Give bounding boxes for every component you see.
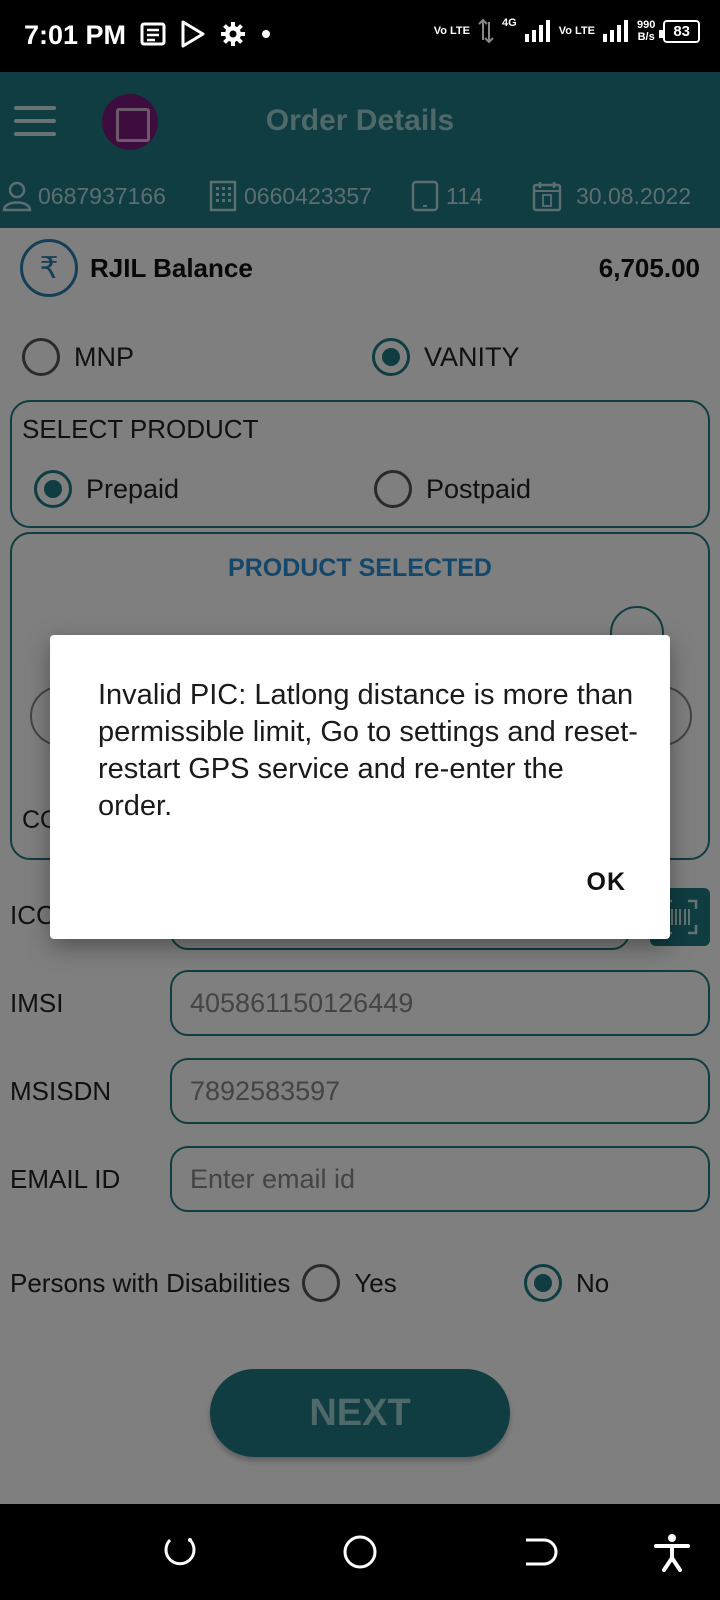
status-notification-icons — [140, 20, 272, 48]
speed-value: 990 — [636, 19, 656, 31]
ok-button[interactable]: OK — [587, 868, 627, 897]
dialog-message: Invalid PIC: Latlong distance is more th… — [98, 679, 638, 822]
volte-label-2: Vo LTE — [558, 25, 595, 37]
back-icon[interactable] — [518, 1532, 558, 1572]
status-bar: 7:01 PM Vo LTE 4G Vo LTE 990 B/s 83 — [0, 0, 720, 72]
navigation-bar — [0, 1504, 720, 1600]
accessibility-icon[interactable] — [652, 1532, 692, 1572]
network-type-label: 4G — [502, 17, 517, 29]
status-time: 7:01 PM — [24, 20, 127, 50]
gear-icon — [221, 22, 245, 46]
signal-icon-1 — [524, 20, 550, 42]
dot-icon — [262, 30, 270, 38]
volte-icon-1: Vo LTE — [434, 25, 470, 37]
speed-unit: B/s — [637, 31, 655, 43]
status-system-icons: Vo LTE 4G Vo LTE 990 B/s 83 — [434, 17, 700, 44]
volte-icon-2: Vo LTE — [559, 25, 595, 37]
recent-apps-icon[interactable] — [160, 1532, 200, 1572]
battery-icon: 83 — [659, 19, 700, 43]
home-icon[interactable] — [340, 1532, 380, 1572]
news-icon — [140, 22, 166, 46]
volte-label-1: Vo LTE — [433, 25, 470, 37]
error-dialog: Invalid PIC: Latlong distance is more th… — [50, 635, 670, 939]
play-store-icon — [181, 20, 205, 48]
battery-level: 83 — [673, 22, 690, 40]
network-speed: 990 B/s — [637, 19, 655, 43]
signal-icon-2 — [602, 20, 628, 42]
data-arrows-icon — [478, 18, 494, 44]
